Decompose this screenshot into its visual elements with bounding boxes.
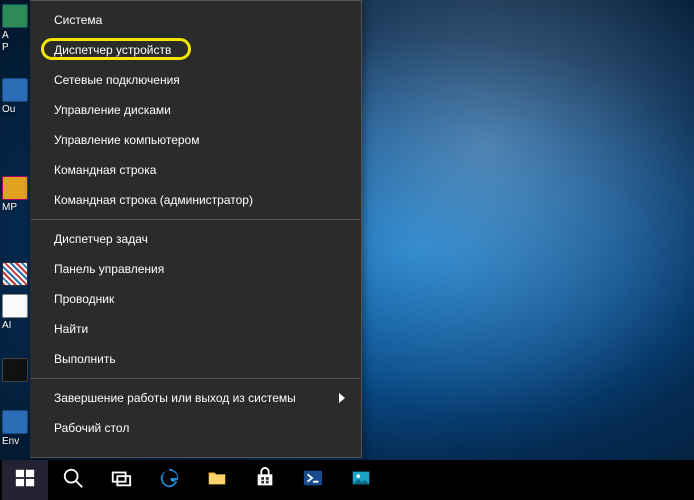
desktop-icon[interactable]: Ou bbox=[0, 78, 30, 116]
winx-menu: Система Диспетчер устройств Сетевые подк… bbox=[30, 0, 362, 458]
menu-item-system[interactable]: Система bbox=[30, 5, 361, 35]
file-icon bbox=[2, 78, 28, 102]
powershell-icon bbox=[302, 467, 324, 494]
menu-item-network-connections[interactable]: Сетевые подключения bbox=[30, 65, 361, 95]
icon-label: A bbox=[0, 30, 30, 42]
icon-label: P bbox=[0, 42, 30, 54]
desktop-icon[interactable]: AI bbox=[0, 294, 30, 332]
menu-item-desktop[interactable]: Рабочий стол bbox=[30, 413, 361, 443]
icon-label: МР bbox=[0, 202, 30, 214]
edge-icon bbox=[158, 467, 180, 494]
menu-item-run[interactable]: Выполнить bbox=[30, 344, 361, 374]
icon-label: Env bbox=[0, 436, 30, 448]
menu-item-shutdown-signout[interactable]: Завершение работы или выход из системы bbox=[30, 383, 361, 413]
file-icon bbox=[2, 176, 28, 200]
folder-icon bbox=[206, 467, 228, 494]
file-icon bbox=[2, 262, 28, 286]
menu-separator bbox=[31, 219, 360, 220]
menu-item-command-prompt[interactable]: Командная строка bbox=[30, 155, 361, 185]
file-explorer-button[interactable] bbox=[194, 460, 240, 500]
menu-item-computer-management[interactable]: Управление компьютером bbox=[30, 125, 361, 155]
menu-item-command-prompt-admin[interactable]: Командная строка (администратор) bbox=[30, 185, 361, 215]
file-icon bbox=[2, 294, 28, 318]
file-icon bbox=[2, 4, 28, 28]
desktop-icon[interactable] bbox=[0, 358, 30, 384]
taskview-icon bbox=[110, 467, 132, 494]
windows-icon bbox=[14, 467, 36, 494]
menu-item-task-manager[interactable]: Диспетчер задач bbox=[30, 224, 361, 254]
menu-item-disk-management[interactable]: Управление дисками bbox=[30, 95, 361, 125]
icon-label: AI bbox=[0, 320, 30, 332]
desktop-icon[interactable] bbox=[0, 262, 30, 288]
powershell-button[interactable] bbox=[290, 460, 336, 500]
desktop-icon[interactable]: Env bbox=[0, 410, 30, 448]
menu-item-control-panel[interactable]: Панель управления bbox=[30, 254, 361, 284]
file-icon bbox=[2, 358, 28, 382]
search-button[interactable] bbox=[50, 460, 96, 500]
store-icon bbox=[254, 467, 276, 494]
store-button[interactable] bbox=[242, 460, 288, 500]
start-button[interactable] bbox=[2, 460, 48, 500]
search-icon bbox=[62, 467, 84, 494]
icon-label: Ou bbox=[0, 104, 30, 116]
taskbar bbox=[0, 460, 694, 500]
menu-item-search[interactable]: Найти bbox=[30, 314, 361, 344]
edge-button[interactable] bbox=[146, 460, 192, 500]
photos-button[interactable] bbox=[338, 460, 384, 500]
photos-icon bbox=[350, 467, 372, 494]
file-icon bbox=[2, 410, 28, 434]
menu-item-explorer[interactable]: Проводник bbox=[30, 284, 361, 314]
desktop-icon[interactable]: A P bbox=[0, 4, 30, 54]
desktop-icon-strip: A P Ou МР AI Env bbox=[0, 0, 30, 460]
desktop-icon[interactable]: МР bbox=[0, 176, 30, 214]
task-view-button[interactable] bbox=[98, 460, 144, 500]
menu-list: Система Диспетчер устройств Сетевые подк… bbox=[30, 1, 361, 447]
menu-item-device-manager[interactable]: Диспетчер устройств bbox=[30, 35, 361, 65]
menu-separator bbox=[31, 378, 360, 379]
